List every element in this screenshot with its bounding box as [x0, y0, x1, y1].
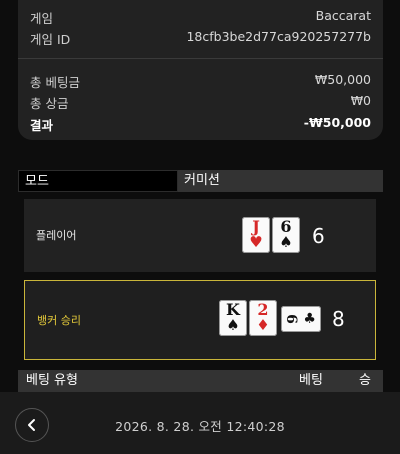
game-label: 게임 — [30, 11, 54, 26]
round-summary-panel: 게임 Baccarat 게임 ID 18cfb3be2d77ca92025727… — [18, 0, 383, 140]
banker-card-3-sideways: 6 ♣ — [281, 306, 321, 332]
total-win-value: ₩0 — [350, 93, 371, 108]
total-bet-value: ₩50,000 — [314, 72, 371, 87]
banker-card-2: 2 ♦ — [249, 300, 277, 336]
col-bet: 베팅 — [299, 373, 323, 388]
banker-win-label: 뱅커 승리 — [37, 314, 81, 327]
mode-commission-tabs: 모드 커미션 — [18, 170, 383, 192]
result-row: 결과 -₩50,000 — [30, 115, 371, 134]
player-label: 플레이어 — [36, 229, 77, 242]
total-bet-label: 총 베팅금 — [30, 75, 80, 90]
total-bet-row: 총 베팅금 ₩50,000 — [30, 72, 371, 91]
game-id-value: 18cfb3be2d77ca920257277b — [186, 29, 371, 44]
footer-bar: 2026. 8. 28. 오전 12:40:28 — [0, 392, 400, 454]
total-win-label: 총 상금 — [30, 96, 69, 111]
player-card-1: J ♥ — [242, 217, 270, 253]
game-value: Baccarat — [315, 8, 371, 23]
spade-suit-icon: ♠ — [226, 316, 240, 334]
tab-mode[interactable]: 모드 — [18, 170, 178, 192]
game-row: 게임 Baccarat — [30, 8, 371, 27]
game-id-row: 게임 ID 18cfb3be2d77ca920257277b — [30, 29, 371, 48]
club-suit-icon: ♣ — [303, 311, 316, 327]
result-value: -₩50,000 — [303, 115, 371, 130]
diamond-suit-icon: ♦ — [256, 316, 270, 334]
bet-table-header: 베팅 유형 베팅 승 — [18, 370, 383, 392]
banker-hand: 뱅커 승리 K ♠ 2 ♦ 6 ♣ 8 — [24, 280, 376, 360]
banker-score: 8 — [332, 307, 345, 331]
result-label: 결과 — [30, 118, 54, 133]
spade-suit-icon: ♠ — [279, 233, 293, 251]
heart-suit-icon: ♥ — [249, 233, 263, 251]
summary-divider — [18, 58, 383, 59]
round-timestamp: 2026. 8. 28. 오전 12:40:28 — [115, 419, 285, 434]
tab-commission[interactable]: 커미션 — [178, 170, 383, 192]
game-id-label: 게임 ID — [30, 32, 71, 47]
player-card-2: 6 ♠ — [272, 217, 300, 253]
player-score: 6 — [312, 224, 325, 248]
banker-card-1: K ♠ — [219, 300, 247, 336]
col-win: 승 — [359, 373, 371, 388]
col-bet-type: 베팅 유형 — [26, 373, 78, 388]
total-win-row: 총 상금 ₩0 — [30, 93, 371, 112]
card-rank: 6 — [282, 314, 299, 324]
player-hand: 플레이어 J ♥ 6 ♠ 6 — [24, 199, 376, 272]
